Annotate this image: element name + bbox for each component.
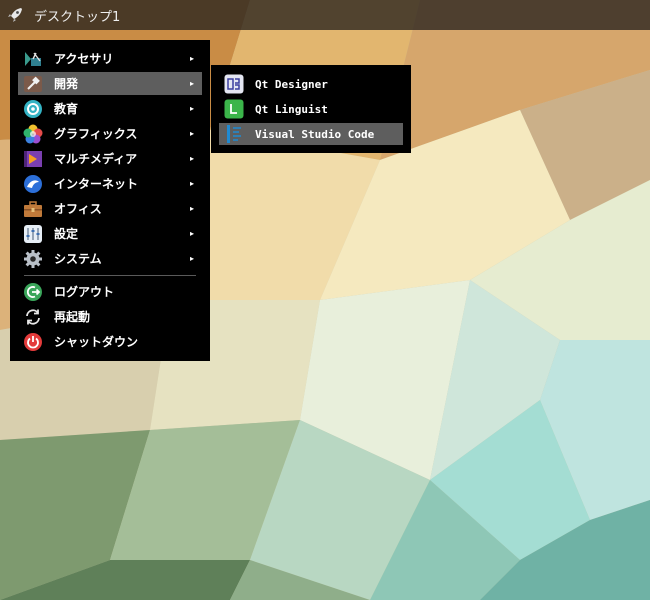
- menu-item-office[interactable]: オフィス ▸: [18, 197, 202, 220]
- logout-icon: [23, 282, 43, 302]
- app-launcher-button[interactable]: [0, 0, 30, 30]
- submenu-item-label: Qt Linguist: [255, 102, 328, 116]
- menu-item-multimedia[interactable]: マルチメディア ▸: [18, 147, 202, 170]
- menu-item-label: システム: [54, 252, 102, 266]
- menu-item-label: アクセサリ: [54, 52, 114, 66]
- development-icon: [23, 74, 43, 94]
- rocket-icon: [8, 8, 22, 22]
- menu-item-logout[interactable]: ログアウト: [18, 280, 202, 303]
- settings-icon: [23, 224, 43, 244]
- menu-item-label: オフィス: [54, 202, 102, 216]
- development-submenu: Qt Designer Qt Linguist Visual Studio Co…: [211, 65, 411, 153]
- submenu-arrow-icon: ▸: [189, 254, 194, 263]
- accessories-icon: [23, 49, 43, 69]
- submenu-arrow-icon: ▸: [189, 154, 194, 163]
- menu-item-reboot[interactable]: 再起動: [18, 305, 202, 328]
- application-menu: アクセサリ ▸ 開発 ▸ 教育 ▸ グラフィックス ▸ マルチメディア ▸ イン…: [10, 40, 210, 361]
- internet-icon: [23, 174, 43, 194]
- submenu-arrow-icon: ▸: [189, 79, 194, 88]
- submenu-item-label: Qt Designer: [255, 77, 328, 91]
- menu-item-accessories[interactable]: アクセサリ ▸: [18, 47, 202, 70]
- submenu-arrow-icon: ▸: [189, 179, 194, 188]
- reboot-icon: [23, 307, 43, 327]
- education-icon: [23, 99, 43, 119]
- qt-designer-icon: [224, 74, 244, 94]
- menu-item-label: マルチメディア: [54, 152, 138, 166]
- menu-item-system[interactable]: システム ▸: [18, 247, 202, 270]
- submenu-item-label: Visual Studio Code: [255, 127, 375, 141]
- menu-item-settings[interactable]: 設定 ▸: [18, 222, 202, 245]
- top-panel: デスクトップ1: [0, 0, 650, 30]
- submenu-arrow-icon: ▸: [189, 229, 194, 238]
- workspace-label[interactable]: デスクトップ1: [34, 6, 120, 25]
- submenu-item-qt-designer[interactable]: Qt Designer: [219, 73, 403, 95]
- menu-item-label: ログアウト: [54, 285, 115, 299]
- office-icon: [23, 199, 43, 219]
- menu-item-label: 設定: [54, 227, 79, 241]
- submenu-arrow-icon: ▸: [189, 104, 194, 113]
- submenu-arrow-icon: ▸: [189, 129, 194, 138]
- menu-item-label: グラフィックス: [54, 127, 138, 141]
- submenu-arrow-icon: ▸: [189, 54, 194, 63]
- menu-item-label: シャットダウン: [54, 335, 139, 349]
- graphics-icon: [23, 124, 43, 144]
- menu-item-education[interactable]: 教育 ▸: [18, 97, 202, 120]
- shutdown-icon: [23, 332, 43, 352]
- menu-item-development[interactable]: 開発 ▸: [18, 72, 202, 95]
- system-icon: [23, 249, 43, 269]
- submenu-item-vscode[interactable]: Visual Studio Code: [219, 123, 403, 145]
- submenu-item-qt-linguist[interactable]: Qt Linguist: [219, 98, 403, 120]
- menu-item-label: 教育: [54, 102, 79, 116]
- menu-item-internet[interactable]: インターネット ▸: [18, 172, 202, 195]
- qt-linguist-icon: [224, 99, 244, 119]
- menu-item-label: インターネット: [54, 177, 139, 191]
- multimedia-icon: [23, 149, 43, 169]
- menu-separator: [24, 275, 196, 276]
- menu-item-label: 再起動: [54, 310, 91, 324]
- submenu-arrow-icon: ▸: [189, 204, 194, 213]
- menu-item-shutdown[interactable]: シャットダウン: [18, 330, 202, 353]
- menu-item-graphics[interactable]: グラフィックス ▸: [18, 122, 202, 145]
- vscode-icon: [224, 124, 244, 144]
- menu-item-label: 開発: [54, 77, 79, 91]
